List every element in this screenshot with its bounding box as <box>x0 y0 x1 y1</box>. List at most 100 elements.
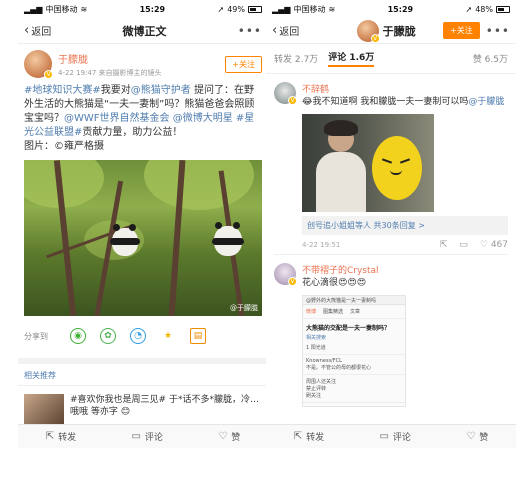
verified-badge-icon: V <box>288 277 297 286</box>
signal-icon: ▂▄▆ <box>24 4 43 14</box>
reply-summary[interactable]: 创号追小姐姐等人 共30条回复 > <box>302 216 508 235</box>
related-text: #喜欢你我也是周三见# 于*话不多*朦胧，冷…哦哦 等亦字 😊 <box>70 395 259 417</box>
comment-author[interactable]: 不带褶子的Crystal <box>302 263 508 276</box>
post-text: #地球知识大赛#我要对@熊猫守护者 提问了：在野外生活的大熊猫是“一夫一妻制”吗… <box>18 84 268 154</box>
tab-repost[interactable]: 转发 2.7万 <box>274 52 318 65</box>
screenshot-line: 禁止评转 <box>306 386 327 392</box>
screenshot-title: 大熊猫的交配是一夫一妻制吗？ <box>306 325 391 332</box>
page-title: 于朦胧 <box>382 24 416 38</box>
mention-link[interactable]: @熊猫守护者 <box>131 85 191 96</box>
verified-badge-icon: V <box>288 96 297 105</box>
location-icon: ➚ <box>465 4 473 14</box>
avatar[interactable]: V <box>24 50 53 79</box>
like-icon: ♡ <box>218 431 228 442</box>
avatar[interactable]: V <box>274 263 297 286</box>
post-source: 来自摄影博主的镜头 <box>98 68 162 77</box>
repost-icon: ⇱ <box>45 431 55 442</box>
reply-users: 创号追小姐姐等人 <box>307 221 371 230</box>
hashtag-link[interactable]: #地球知识大赛# <box>24 85 101 96</box>
more-icon[interactable]: ••• <box>238 24 262 38</box>
comment-icon: ▭ <box>379 431 389 442</box>
moments-icon[interactable]: ✿ <box>100 328 116 344</box>
like-icon[interactable]: ♡ 467 <box>480 240 508 250</box>
tab-like[interactable]: 赞 6.5万 <box>473 52 508 65</box>
related-thumbnail <box>24 394 64 424</box>
wifi-icon: ≋ <box>80 4 88 14</box>
verified-badge-icon: V <box>370 33 380 43</box>
text-span: 图片： <box>24 141 54 152</box>
mention-link[interactable]: @WWF世界自然基金会 <box>64 113 170 124</box>
reply-count: 共30条回复 > <box>373 221 425 230</box>
repost-button[interactable]: ⇱ 转发 <box>294 430 324 443</box>
save-icon[interactable]: ▤ <box>190 328 206 344</box>
related-item[interactable]: #喜欢你我也是周三见# 于*话不多*朦胧，冷…哦哦 等亦字 😊 <box>18 386 268 424</box>
mention-link[interactable]: @于朦胧 <box>468 97 504 107</box>
screenshot-line: 周围人还关注 <box>306 379 337 385</box>
battery-icon <box>496 5 510 13</box>
screenshot-tab: 文章 <box>350 309 361 315</box>
screenshot-tab: 微博 <box>306 309 317 315</box>
comment-icon[interactable]: ▭ <box>459 240 468 250</box>
like-count: 467 <box>490 240 508 250</box>
battery-percent: 48% <box>475 4 493 14</box>
qq-icon[interactable]: ◔ <box>130 328 146 344</box>
comment-label: 评论 <box>392 433 411 443</box>
share-icon[interactable]: ⇱ <box>440 240 448 250</box>
screenshot-line: 刷关注 <box>306 393 322 399</box>
verified-badge-icon: V <box>44 70 53 79</box>
wifi-icon: ≋ <box>328 4 336 14</box>
action-bar: ⇱ 转发 ▭ 评论 ♡ 赞 <box>18 424 268 448</box>
photo-credit: ©雍严格摄 <box>54 141 104 152</box>
comment-button[interactable]: ▭ 评论 <box>131 430 162 443</box>
nav-bar: ‹ 返回 V 于朦胧 +关注 ••• <box>266 18 516 44</box>
comment-screenshot[interactable]: @野外的大熊猫是一夫一妻制吗 微博 图集精选 文章 大熊猫的交配是一夫一妻制吗？ 相… <box>302 295 406 407</box>
avatar[interactable]: V <box>274 82 297 105</box>
comment-icon: ▭ <box>131 431 141 442</box>
chevron-left-icon: ‹ <box>24 23 30 38</box>
like-icon: ♡ <box>466 431 476 442</box>
comment-item: V 不辞鹤 😂我不知道啊 我和朦胧一夫一妻制可以吗@于朦胧 创号追小姐姐等人 共… <box>266 74 516 254</box>
repost-button[interactable]: ⇱ 转发 <box>46 430 76 443</box>
weibo-detail-screen: ▂▄▆ 中国移动 ≋ 15:29 ➚ 49% ‹ 返回 微博正文 ••• V 于… <box>18 0 268 448</box>
comment-button[interactable]: ▭ 评论 <box>379 430 410 443</box>
qzone-icon[interactable]: ★ <box>160 328 176 344</box>
text-span: 我要对 <box>100 85 131 96</box>
nav-bar: ‹ 返回 微博正文 ••• <box>18 18 268 44</box>
back-button[interactable]: ‹ 返回 <box>272 23 299 38</box>
back-label: 返回 <box>279 27 300 38</box>
comment-author[interactable]: 不辞鹤 <box>302 82 508 95</box>
follow-button[interactable]: +关注 <box>225 55 262 73</box>
comment-text: 花心滴很😍😍😍 <box>302 278 367 288</box>
clock: 15:29 <box>387 4 414 14</box>
like-label: 赞 <box>479 433 489 443</box>
like-label: 赞 <box>231 433 241 443</box>
comment-time: 4-22 19:51 <box>302 241 341 249</box>
back-label: 返回 <box>31 27 52 38</box>
comment-item: V 不带褶子的Crystal 花心滴很😍😍😍 @野外的大熊猫是一夫一妻制吗 微博… <box>266 255 516 411</box>
author-name[interactable]: 于朦胧 <box>58 51 219 66</box>
comment-photo[interactable] <box>302 114 434 212</box>
post-time: 4-22 19:47 <box>58 68 97 77</box>
more-icon[interactable]: ••• <box>486 24 510 38</box>
comment-meta: 4-22 19:51 ⇱ ▭ ♡ 467 <box>302 240 508 250</box>
tab-bar: 转发 2.7万 评论 1.6万 赞 6.5万 <box>266 44 516 74</box>
photo-watermark: @于朦胧 <box>230 304 258 312</box>
location-icon: ➚ <box>217 4 225 14</box>
repost-icon: ⇱ <box>293 431 303 442</box>
wechat-icon[interactable]: ◉ <box>70 328 86 344</box>
signal-icon: ▂▄▆ <box>272 4 291 14</box>
mention-link[interactable]: @微博大明星 <box>173 113 233 124</box>
tab-comment[interactable]: 评论 1.6万 <box>328 50 375 67</box>
avatar[interactable]: V <box>356 19 380 43</box>
back-button[interactable]: ‹ 返回 <box>24 23 51 38</box>
repost-label: 转发 <box>58 433 77 443</box>
screenshot-tab: 图集精选 <box>323 309 344 315</box>
like-button[interactable]: ♡ 赞 <box>466 430 488 443</box>
post-photo[interactable]: @于朦胧 <box>24 160 262 316</box>
battery-icon <box>248 5 262 13</box>
panda-right <box>212 220 244 256</box>
like-button[interactable]: ♡ 赞 <box>218 430 240 443</box>
action-bar: ⇱ 转发 ▭ 评论 ♡ 赞 <box>266 424 516 448</box>
follow-button[interactable]: +关注 <box>443 22 480 39</box>
chevron-left-icon: ‹ <box>272 23 278 38</box>
